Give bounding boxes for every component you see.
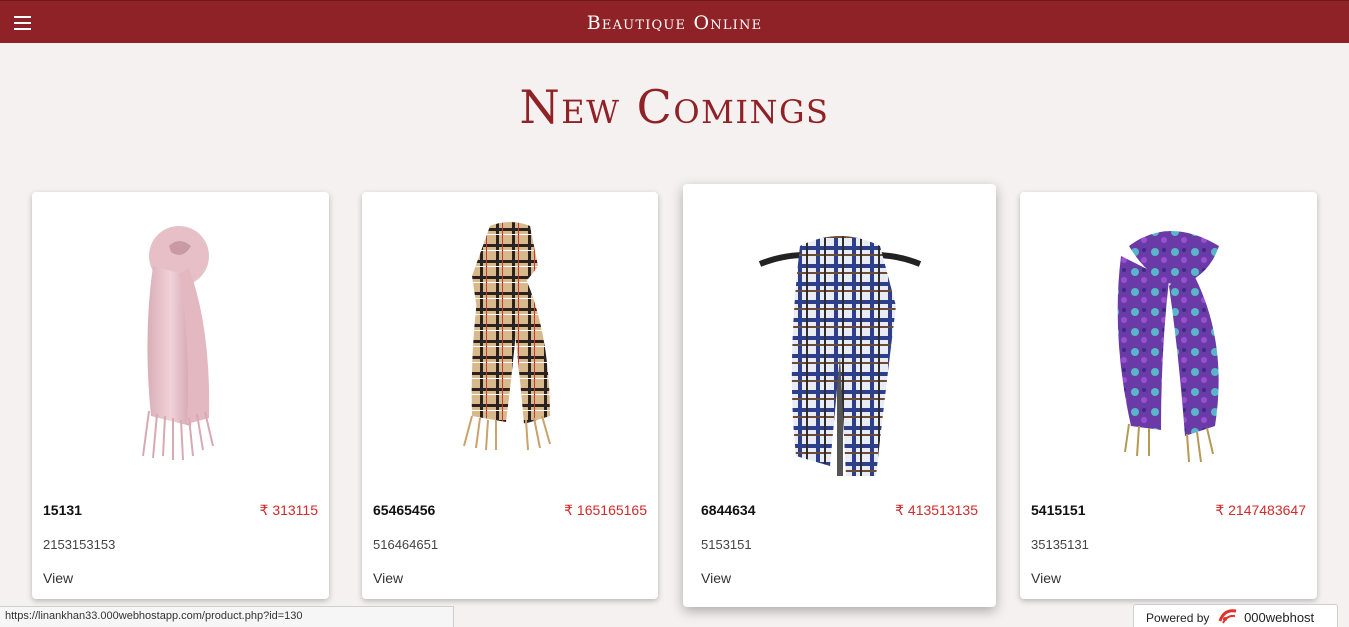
product-subtitle: 2153153153 — [43, 537, 116, 552]
powered-by-label: Powered by — [1146, 611, 1210, 626]
product-name: 5415151 — [1031, 502, 1086, 518]
product-name: 65465456 — [373, 502, 436, 518]
page-title: New Comings — [519, 80, 830, 134]
beige-plaid-scarf-image[interactable] — [362, 206, 658, 486]
webhost-name: 000webhost — [1244, 610, 1315, 626]
product-name: 6844634 — [701, 502, 756, 518]
pink-scarf-image[interactable] — [32, 206, 329, 486]
product-name: 15131 — [43, 502, 82, 518]
product-card[interactable]: 6844634 ₹ 413513135 5153151 View — [683, 184, 996, 607]
purple-paisley-scarf-icon — [1117, 231, 1219, 463]
browser-status-url: https://linankhan33.000webhostapp.com/pr… — [0, 606, 454, 627]
view-link[interactable]: View — [1031, 570, 1061, 586]
product-card[interactable]: 5415151 ₹ 2147483647 35135131 View — [1020, 192, 1317, 599]
pink-scarf-icon — [141, 226, 214, 461]
powered-by-badge[interactable]: Powered by 000webhost — [1133, 604, 1338, 627]
product-card[interactable]: 65465456 ₹ 165165165 516464651 View — [362, 192, 658, 599]
view-link[interactable]: View — [43, 570, 73, 586]
product-card[interactable]: 15131 ₹ 313115 2153153153 View — [32, 192, 329, 599]
purple-paisley-scarf-image[interactable] — [1020, 206, 1317, 486]
webhost-logo-icon — [1217, 607, 1239, 627]
blue-plaid-scarf-icon — [758, 236, 921, 476]
brand-title[interactable]: Beautique Online — [0, 12, 1349, 34]
product-price: ₹ 413513135 — [895, 502, 978, 518]
product-price: ₹ 165165165 — [564, 502, 647, 518]
blue-plaid-scarf-image[interactable] — [683, 206, 996, 486]
product-price: ₹ 2147483647 — [1215, 502, 1306, 518]
view-link[interactable]: View — [373, 570, 403, 586]
product-subtitle: 5153151 — [701, 537, 752, 552]
beige-plaid-scarf-icon — [463, 222, 551, 451]
product-subtitle: 35135131 — [1031, 537, 1089, 552]
view-link[interactable]: View — [701, 570, 731, 586]
product-price: ₹ 313115 — [259, 502, 318, 518]
top-navbar: Beautique Online — [0, 0, 1349, 43]
product-subtitle: 516464651 — [373, 537, 439, 552]
